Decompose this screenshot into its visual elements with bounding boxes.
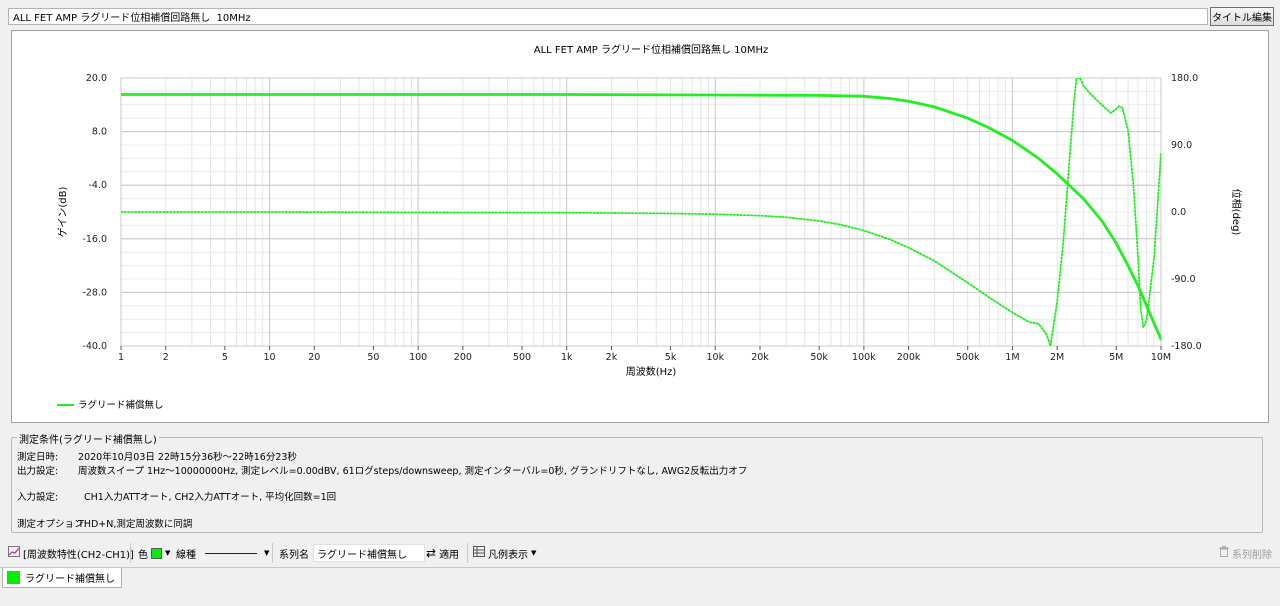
chart-icon xyxy=(8,546,20,560)
series-color-square xyxy=(7,571,20,584)
x-tick-label: 5k xyxy=(665,352,677,363)
x-tick-label: 100 xyxy=(409,352,427,363)
delete-series-button[interactable]: 系列削除 xyxy=(1219,545,1272,561)
option-value: THD+N,測定周波数に同調 xyxy=(78,519,193,530)
x-axis-label: 周波数(Hz) xyxy=(626,365,677,378)
title-input[interactable] xyxy=(8,8,1208,25)
option-label: 測定オプション: xyxy=(17,519,87,530)
toolbar-divider xyxy=(272,543,273,563)
y-left-tick-label: -28.0 xyxy=(82,287,107,298)
x-tick-label: 1 xyxy=(118,352,124,363)
y-left-axis-label: ゲイン(dB) xyxy=(57,186,69,237)
title-row: タイトル編集 xyxy=(6,6,1274,26)
x-tick-label: 50 xyxy=(367,352,379,363)
y-right-axis-ticks: 180.0 90.0 0.0 -90.0 -180.0 xyxy=(1171,73,1202,352)
apply-button[interactable]: ⇄ 適用 xyxy=(426,545,459,561)
toolbar-divider xyxy=(130,543,131,563)
graph-type-label: [周波数特性(CH2-CH1)] xyxy=(23,549,134,561)
series-tab[interactable]: ラグリード補償無し xyxy=(2,568,122,588)
apply-label: 適用 xyxy=(439,549,460,561)
x-tick-label: 20 xyxy=(308,352,320,363)
color-label: 色 xyxy=(138,549,148,561)
option-line: 測定オプション: THD+N,測定周波数に同調 xyxy=(17,516,192,530)
output-label: 出力設定: xyxy=(17,466,59,477)
y-right-tick-label: -90.0 xyxy=(1171,274,1196,285)
series-tabs: ラグリード補償無し xyxy=(0,567,1280,588)
input-value: CH1入力ATTオート, CH2入力ATTオート, 平均化回数=1回 xyxy=(84,492,337,503)
chart-panel: 1 2 5 10 20 50 100 200 500 1k 2k 5k 10k 20k 50k 100k 200… xyxy=(11,30,1269,423)
series-tab-label: ラグリード補償無し xyxy=(25,574,115,585)
y-left-tick-label: -16.0 xyxy=(82,234,107,245)
series-name-input[interactable] xyxy=(313,544,425,562)
chart-title: ALL FET AMP ラグリード位相補償回路無し 10MHz xyxy=(534,43,769,56)
linetype-label: 線種 xyxy=(176,549,196,561)
chevron-down-icon: ▼ xyxy=(165,549,171,557)
x-tick-label: 50k xyxy=(810,352,828,363)
x-axis-ticks: 1 2 5 10 20 50 100 200 500 1k 2k 5k 10k 20k 50k 100k 200… xyxy=(118,346,1171,363)
x-tick-label: 5 xyxy=(222,352,228,363)
x-tick-label: 200k xyxy=(897,352,921,363)
x-tick-label: 10M xyxy=(1151,352,1171,363)
x-tick-label: 10k xyxy=(706,352,724,363)
datetime-label: 測定日時: xyxy=(17,452,59,463)
y-right-tick-label: -180.0 xyxy=(1171,341,1202,352)
y-right-tick-label: 90.0 xyxy=(1171,140,1192,151)
datetime-value: 2020年10月03日 22時15分36秒〜22時16分23秒 xyxy=(78,452,297,463)
y-right-axis-label: 位相(deg) xyxy=(1230,189,1243,236)
x-tick-label: 5M xyxy=(1109,352,1123,363)
trash-icon xyxy=(1219,546,1229,560)
title-edit-button[interactable]: タイトル編集 xyxy=(1210,7,1274,26)
chevron-down-icon: ▼ xyxy=(264,549,270,557)
series-name-group: 系列名 xyxy=(279,544,425,562)
output-line: 出力設定: 周波数スイープ 1Hz〜10000000Hz, 測定レベル=0.00… xyxy=(17,463,747,477)
legend-label[interactable]: ラグリード補償無し xyxy=(78,399,164,411)
x-tick-label: 500k xyxy=(956,352,980,363)
y-right-tick-label: 180.0 xyxy=(1171,73,1198,84)
swap-arrows-icon: ⇄ xyxy=(426,546,437,560)
legend-toggle-button[interactable]: 凡例表示 ▼ xyxy=(473,545,536,561)
toolbar-divider xyxy=(467,543,468,563)
x-tick-label: 2M xyxy=(1050,352,1064,363)
input-line: 入力設定: CH1入力ATTオート, CH2入力ATTオート, 平均化回数=1回 xyxy=(17,489,336,503)
y-left-tick-label: 8.0 xyxy=(92,127,107,138)
datetime-line: 測定日時: 2020年10月03日 22時15分36秒〜22時16分23秒 xyxy=(17,449,297,463)
x-tick-label: 2 xyxy=(163,352,169,363)
x-tick-label: 100k xyxy=(852,352,876,363)
input-label: 入力設定: xyxy=(17,492,59,503)
frequency-response-chart: 1 2 5 10 20 50 100 200 500 1k 2k 5k 10k 20k 50k 100k 200… xyxy=(57,43,1243,411)
measurement-conditions: 測定条件(ラグリード補償無し) 測定日時: 2020年10月03日 22時15分… xyxy=(11,431,1263,533)
y-right-tick-label: 0.0 xyxy=(1171,207,1186,218)
legend-toggle-label: 凡例表示 xyxy=(488,549,528,561)
output-value: 周波数スイープ 1Hz〜10000000Hz, 測定レベル=0.00dBV, 6… xyxy=(78,466,748,477)
series-name-label: 系列名 xyxy=(279,549,309,561)
graph-type-selector[interactable]: [周波数特性(CH2-CH1)] xyxy=(8,545,134,561)
y-left-tick-label: -4.0 xyxy=(88,180,107,191)
x-tick-label: 500 xyxy=(513,352,531,363)
x-tick-label: 2k xyxy=(606,352,618,363)
conditions-title: 測定条件(ラグリード補償無し) xyxy=(17,431,159,446)
color-swatch xyxy=(151,547,162,559)
x-tick-label: 1k xyxy=(561,352,573,363)
y-left-axis-ticks: 20.0 8.0 -4.0 -16.0 -28.0 -40.0 xyxy=(82,73,107,352)
color-selector[interactable]: 色 ▼ xyxy=(138,545,170,561)
x-tick-label: 20k xyxy=(751,352,769,363)
y-left-tick-label: -40.0 xyxy=(82,341,107,352)
delete-series-label: 系列削除 xyxy=(1232,549,1272,561)
chevron-down-icon: ▼ xyxy=(531,549,537,557)
legend-grid-icon xyxy=(473,546,485,560)
series-toolbar: [周波数特性(CH2-CH1)] 色 ▼ 線種 ▼ 系列名 ⇄ 適用 凡例表示 … xyxy=(0,541,1280,565)
x-tick-label: 1M xyxy=(1005,352,1019,363)
linetype-selector[interactable]: 線種 ▼ xyxy=(176,545,269,561)
y-left-tick-label: 20.0 xyxy=(86,73,107,84)
x-tick-label: 200 xyxy=(454,352,472,363)
x-tick-label: 10 xyxy=(264,352,276,363)
line-style-icon xyxy=(205,552,257,554)
